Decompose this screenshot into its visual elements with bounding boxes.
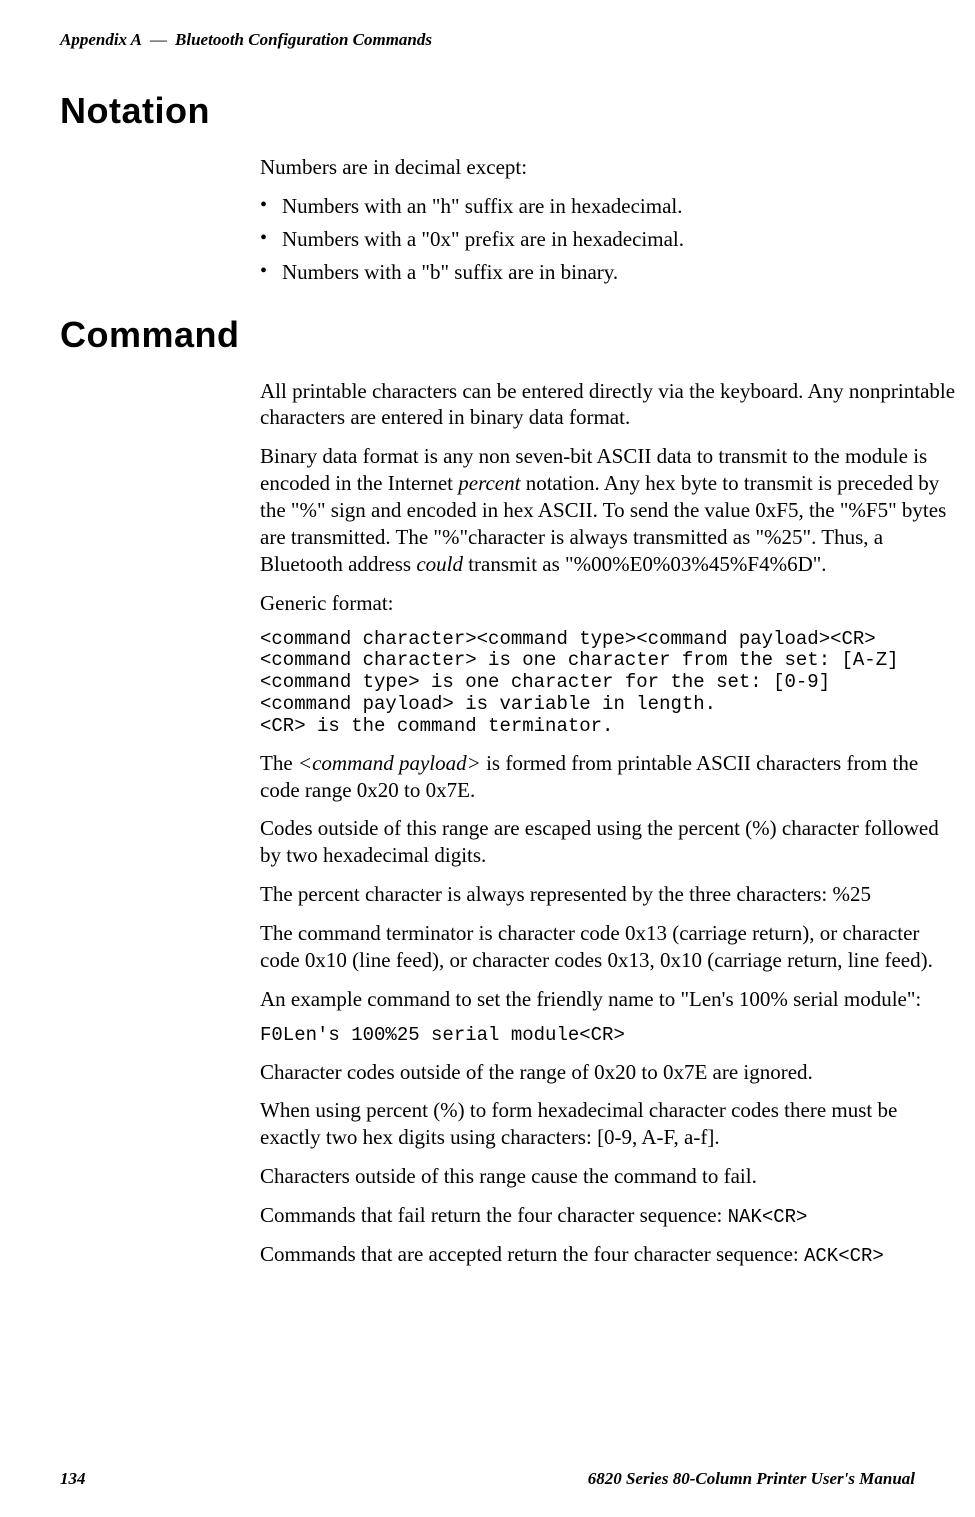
text-em: <command payload> (298, 751, 481, 775)
running-head: Appendix A—Bluetooth Configuration Comma… (60, 30, 915, 50)
command-p8: Character codes outside of the range of … (260, 1059, 960, 1086)
page: Appendix A—Bluetooth Configuration Comma… (0, 0, 975, 1517)
command-p9: When using percent (%) to form hexadecim… (260, 1097, 960, 1151)
command-p12: Commands that are accepted return the fo… (260, 1241, 960, 1268)
notation-intro: Numbers are in decimal except: (260, 154, 960, 181)
text-run: The (260, 751, 298, 775)
footer-title: 6820 Series 80-Column Printer User's Man… (588, 1469, 915, 1489)
text-em: could (416, 552, 463, 576)
notation-bullets: Numbers with an "h" suffix are in hexade… (260, 193, 960, 286)
command-p11: Commands that fail return the four chara… (260, 1202, 960, 1229)
list-item: Numbers with a "b" suffix are in binary. (260, 259, 960, 286)
notation-body: Numbers are in decimal except: Numbers w… (260, 154, 960, 286)
heading-command: Command (60, 314, 915, 356)
list-item: Numbers with an "h" suffix are in hexade… (260, 193, 960, 220)
command-p3: The <command payload> is formed from pri… (260, 750, 960, 804)
command-p10: Characters outside of this range cause t… (260, 1163, 960, 1190)
running-head-sep: — (142, 30, 175, 49)
command-p5: The percent character is always represen… (260, 881, 960, 908)
command-p2: Binary data format is any non seven-bit … (260, 443, 960, 577)
list-item: Numbers with a "0x" prefix are in hexade… (260, 226, 960, 253)
page-number: 134 (60, 1469, 86, 1489)
text-run: transmit as "%00%E0%03%45%F4%6D". (463, 552, 827, 576)
text-run: Commands that are accepted return the fo… (260, 1242, 804, 1266)
inline-code: NAK<CR> (728, 1206, 808, 1228)
code-block-example: F0Len's 100%25 serial module<CR> (260, 1025, 960, 1047)
generic-format-label: Generic format: (260, 590, 960, 617)
running-head-prefix: Appendix A (60, 30, 142, 49)
inline-code: ACK<CR> (804, 1245, 884, 1267)
text-em: percent (458, 471, 520, 495)
heading-notation: Notation (60, 90, 915, 132)
page-footer: 134 6820 Series 80-Column Printer User's… (60, 1469, 915, 1489)
command-p1: All printable characters can be entered … (260, 378, 960, 432)
running-head-title: Bluetooth Configuration Commands (175, 30, 432, 49)
command-p7: An example command to set the friendly n… (260, 986, 960, 1013)
command-body: All printable characters can be entered … (260, 378, 960, 1269)
command-p4: Codes outside of this range are escaped … (260, 815, 960, 869)
code-block-generic: <command character><command type><comman… (260, 629, 960, 738)
command-p6: The command terminator is character code… (260, 920, 960, 974)
text-run: Commands that fail return the four chara… (260, 1203, 728, 1227)
